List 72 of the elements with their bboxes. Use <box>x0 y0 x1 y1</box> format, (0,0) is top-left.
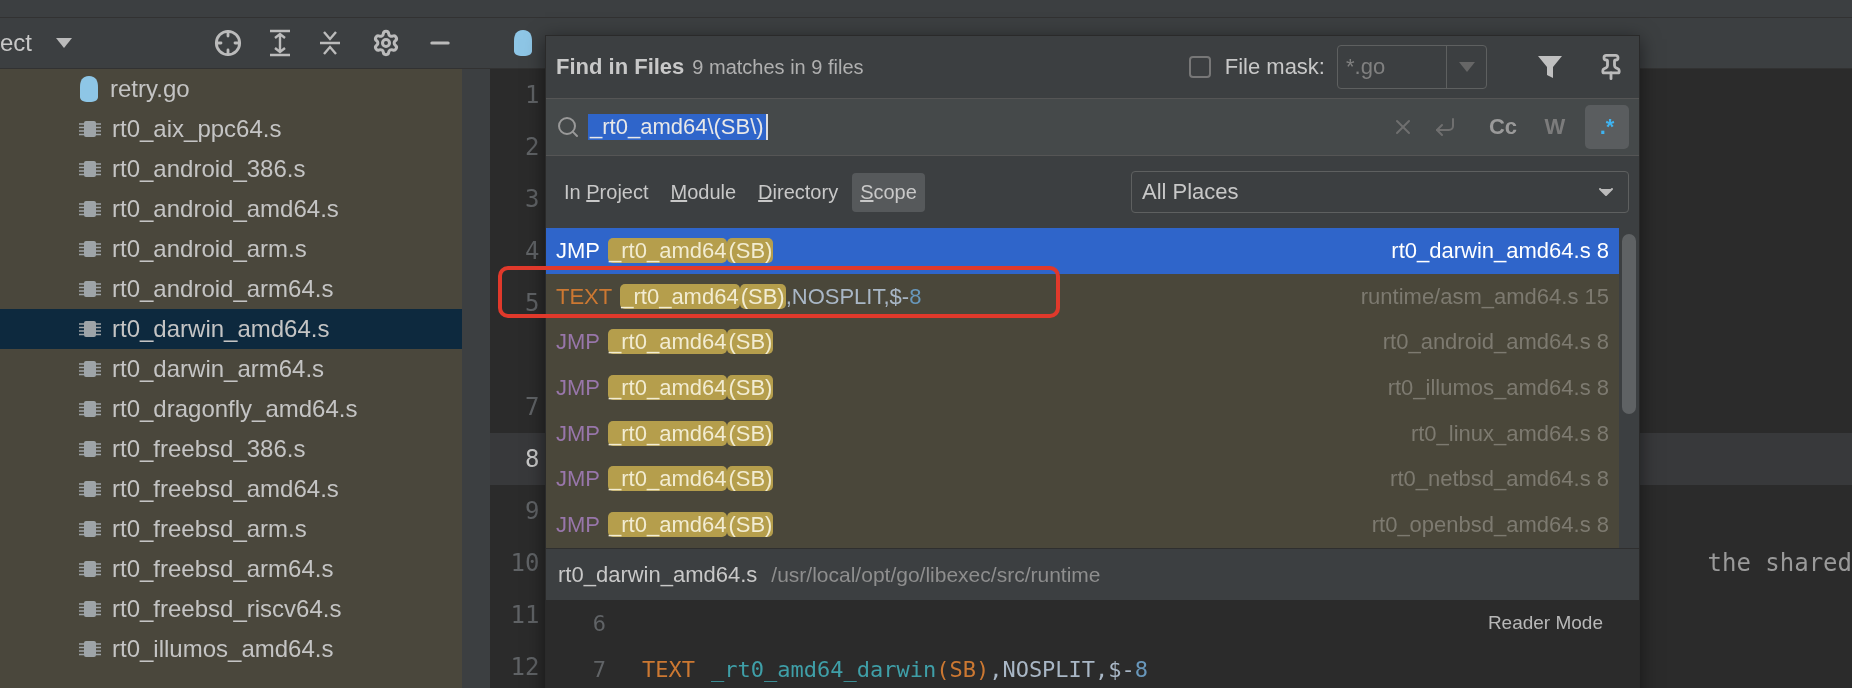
search-result-row[interactable]: JMP _rt0_amd64(SB) rt0_darwin_amd64.s 8 <box>546 228 1619 274</box>
file-tree-item[interactable]: rt0_freebsd_amd64.s <box>0 469 462 509</box>
file-chip-icon <box>78 400 102 418</box>
file-mask-field[interactable]: *.go <box>1337 45 1487 89</box>
search-option-toggle[interactable]: .* <box>1585 105 1629 149</box>
file-tree-item[interactable]: rt0_darwin_arm64.s <box>0 349 462 389</box>
file-mask-label: File mask: <box>1224 54 1325 80</box>
file-chip-icon <box>78 640 102 658</box>
search-icon[interactable] <box>556 115 580 139</box>
file-tree-item[interactable]: rt0_android_arm.s <box>0 229 462 269</box>
file-chip-icon <box>78 440 102 458</box>
scope-tab[interactable]: Directory <box>750 172 847 212</box>
file-chip-icon <box>78 240 102 258</box>
line-number: 5 <box>524 289 540 317</box>
search-field[interactable]: _rt0_amd64\(SB\) <box>588 114 1383 140</box>
preview-file-name: rt0_darwin_amd64.s <box>558 561 758 588</box>
settings-icon[interactable] <box>371 29 400 57</box>
scope-tab[interactable]: Module <box>662 172 745 212</box>
file-chip-icon <box>78 480 102 498</box>
file-tree-item[interactable]: rt0_android_386.s <box>0 149 462 189</box>
go-tab-icon <box>511 29 534 57</box>
file-tree-item[interactable]: rt0_illumos_amd64.s <box>0 629 462 669</box>
line-number: 2 <box>524 133 540 161</box>
file-tree-item[interactable]: rt0_android_arm64.s <box>0 269 462 309</box>
file-chip-icon <box>78 600 102 618</box>
file-tree-item[interactable]: retry.go <box>0 69 462 109</box>
line-number: 7 <box>524 393 540 421</box>
reader-mode-link[interactable]: Reader Mode <box>1487 612 1603 634</box>
file-chip-icon <box>78 160 102 178</box>
file-chip-icon <box>78 520 102 538</box>
scope-tab[interactable]: In Project <box>556 172 657 212</box>
preview-file-path: /usr/local/opt/go/libexec/src/runtime <box>771 562 1101 587</box>
dialog-title: Find in Files <box>556 54 685 80</box>
file-chip-icon <box>78 560 102 578</box>
match-summary: 9 matches in 9 files <box>692 55 864 79</box>
file-chip-icon <box>78 360 102 378</box>
file-mask-checkbox[interactable] <box>1188 56 1211 78</box>
file-chip-icon <box>78 120 102 138</box>
panel-title[interactable]: ect <box>0 29 32 57</box>
line-number: 12 <box>509 653 540 681</box>
search-option-toggle[interactable]: Cc <box>1481 105 1525 149</box>
line-number: 10 <box>509 549 540 577</box>
expand-all-icon[interactable] <box>267 29 292 57</box>
code-line: TEXT _rt0_amd64_darwin(SB),NOSPLIT,$-8 <box>642 656 1149 682</box>
file-tree-item[interactable]: rt0_freebsd_riscv64.s <box>0 589 462 629</box>
line-number: 4 <box>524 237 540 265</box>
file-chip-icon <box>78 200 102 218</box>
file-chip-icon <box>78 320 102 338</box>
line-number: 6 <box>591 610 606 636</box>
caret-icon[interactable] <box>56 38 72 48</box>
line-number: 3 <box>524 185 540 213</box>
code-text: the shared <box>1707 549 1852 577</box>
file-tree-item[interactable]: rt0_aix_ppc64.s <box>0 109 462 149</box>
file-tree-item[interactable]: rt0_android_amd64.s <box>0 189 462 229</box>
line-number: 8 <box>524 445 540 473</box>
go-file-icon <box>78 75 100 103</box>
scope-dropdown[interactable]: All Places <box>1131 171 1629 213</box>
crosshair-icon[interactable] <box>213 29 242 57</box>
scope-tab[interactable]: Scope <box>852 172 925 212</box>
file-tree-item[interactable]: rt0_dragonfly_amd64.s <box>0 389 462 429</box>
line-number: 7 <box>591 656 606 682</box>
file-tree-item[interactable]: rt0_freebsd_386.s <box>0 429 462 469</box>
line-number: 9 <box>524 497 540 525</box>
line-number: 11 <box>509 601 540 629</box>
collapse-all-icon[interactable] <box>317 29 342 57</box>
file-tree-item[interactable]: rt0_freebsd_arm.s <box>0 509 462 549</box>
file-chip-icon <box>78 280 102 298</box>
filter-icon[interactable] <box>1537 54 1563 80</box>
scrollbar-thumb[interactable] <box>1622 234 1636 414</box>
file-tree-item[interactable]: rt0_darwin_amd64.s <box>0 309 462 349</box>
file-tree-item[interactable]: rt0_freebsd_arm64.s <box>0 549 462 589</box>
line-number: 1 <box>524 81 540 109</box>
